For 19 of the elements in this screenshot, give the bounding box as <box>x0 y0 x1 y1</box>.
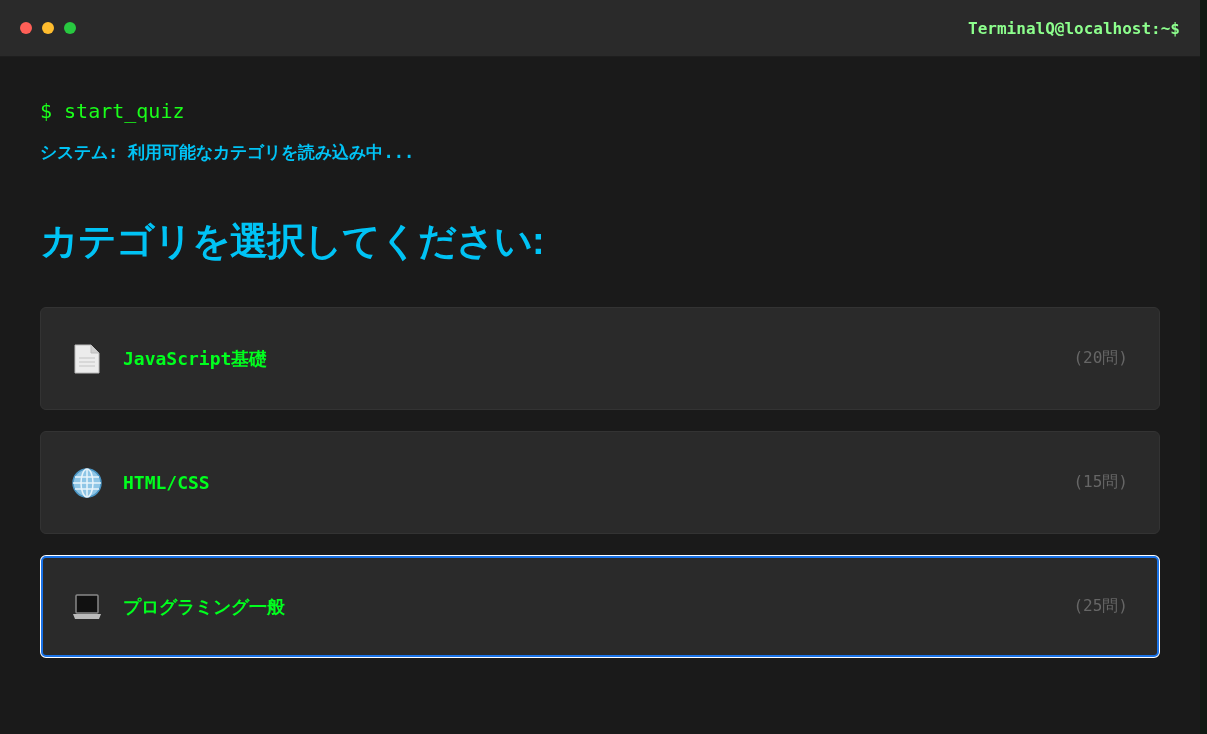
category-name: HTML/CSS <box>123 472 210 493</box>
question-count: (15問) <box>1073 472 1128 493</box>
window-title: TerminalQ@localhost:~$ <box>968 18 1180 38</box>
category-card[interactable]: HTML/CSS (15問) <box>40 431 1160 534</box>
category-card[interactable]: プログラミング一般 (25問) <box>40 555 1160 658</box>
page-heading: カテゴリを選択してください: <box>40 219 545 264</box>
question-count: (25問) <box>1073 596 1128 617</box>
command-line: $ start_quiz <box>40 99 186 123</box>
question-count: (20問) <box>1073 348 1128 369</box>
category-name: プログラミング一般 <box>123 594 285 619</box>
minimize-button[interactable] <box>42 22 54 34</box>
document-icon <box>73 343 101 374</box>
close-button[interactable] <box>20 22 32 34</box>
category-card[interactable]: JavaScript基礎 (20問) <box>40 307 1160 410</box>
globe-icon <box>72 467 102 498</box>
category-name: JavaScript基礎 <box>123 346 268 371</box>
system-message: システム: 利用可能なカテゴリを読み込み中... <box>40 141 416 164</box>
laptop-icon <box>72 592 102 621</box>
maximize-button[interactable] <box>64 22 76 34</box>
